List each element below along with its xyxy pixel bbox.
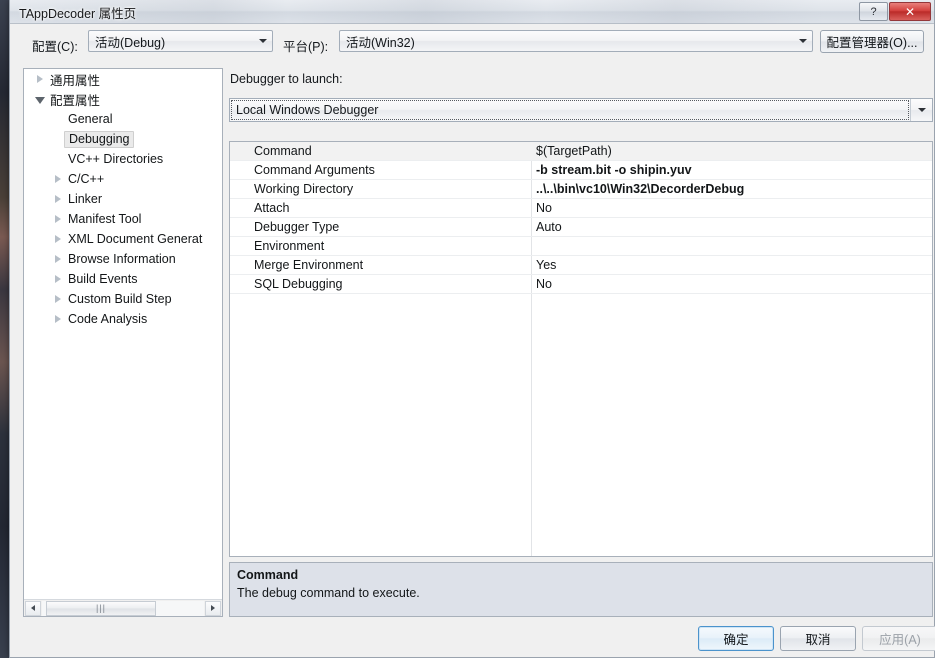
property-name: Command (254, 144, 312, 158)
scroll-left-arrow-icon[interactable] (25, 600, 41, 616)
tree-item-linker[interactable]: Linker (24, 189, 222, 209)
description-body: The debug command to execute. (237, 586, 420, 600)
close-button[interactable]: ✕ (889, 2, 931, 21)
caption-buttons: ? ✕ (858, 2, 931, 21)
tree-item-label: Build Events (68, 272, 138, 286)
property-value[interactable]: Auto (531, 218, 932, 236)
window-title: TAppDecoder 属性页 (19, 7, 137, 21)
expand-triangle-icon[interactable] (50, 255, 66, 263)
tree-item-label: Code Analysis (68, 312, 148, 326)
platform-dropdown[interactable]: 活动(Win32) (339, 30, 813, 52)
debugger-to-launch-label: Debugger to launch: (230, 72, 343, 86)
property-value[interactable]: ..\..\bin\vc10\Win32\DecorderDebug (531, 180, 932, 198)
tree-item-debugging[interactable]: Debugging (24, 129, 222, 149)
property-value[interactable] (531, 237, 932, 255)
tree-item-general[interactable]: General (24, 109, 222, 129)
tree-item-code-analysis[interactable]: Code Analysis (24, 309, 222, 329)
description-panel: Command The debug command to execute. (229, 562, 933, 617)
property-name: Command Arguments (254, 163, 375, 177)
platform-label: 平台(P): (283, 40, 329, 54)
tree-item-[interactable]: 通用属性 (24, 69, 222, 89)
tree-item-label: Linker (68, 192, 103, 206)
expand-triangle-icon[interactable] (50, 215, 66, 223)
property-name: Debugger Type (254, 220, 340, 234)
tree-item-xml-document-generat[interactable]: XML Document Generat (24, 229, 222, 249)
dialog-footer: 确定 取消 应用(A) (10, 620, 935, 658)
property-content-panel: Debugger to launch: Local Windows Debugg… (229, 68, 934, 617)
tree-item-c-c[interactable]: C/C++ (24, 169, 222, 189)
configuration-dropdown[interactable]: 活动(Debug) (88, 30, 273, 52)
tree-horizontal-scrollbar[interactable]: ||| (24, 599, 222, 616)
debugger-to-launch-value: Local Windows Debugger (236, 103, 379, 117)
property-value[interactable]: -b stream.bit -o shipin.yuv (531, 161, 932, 179)
tree-item-label: C/C++ (68, 172, 105, 186)
tree-item-label: General (68, 112, 113, 126)
expand-triangle-icon[interactable] (50, 175, 66, 183)
expand-triangle-icon[interactable] (50, 195, 66, 203)
cancel-button[interactable]: 取消 (780, 626, 856, 651)
property-name: Environment (254, 239, 325, 253)
platform-value: 活动(Win32) (346, 35, 415, 50)
tree-item-label: Debugging (64, 130, 135, 148)
tree-item-vc-directories[interactable]: VC++ Directories (24, 149, 222, 169)
property-tree[interactable]: 通用属性配置属性 General Debugging VC++ Directories… (24, 69, 222, 599)
property-row[interactable]: Merge Environment Yes (230, 256, 932, 275)
tree-item-build-events[interactable]: Build Events (24, 269, 222, 289)
tree-item-label: 通用属性 (50, 73, 101, 88)
scrollbar-thumb[interactable]: ||| (46, 600, 156, 616)
property-row[interactable]: Environment (230, 237, 932, 256)
configuration-label: 配置(C): (32, 40, 78, 54)
tree-item-custom-build-step[interactable]: Custom Build Step (24, 289, 222, 309)
tree-item-label: XML Document Generat (68, 232, 203, 246)
chevron-down-icon[interactable] (910, 99, 932, 121)
property-value[interactable]: $(TargetPath) (531, 142, 932, 160)
debugger-to-launch-dropdown[interactable]: Local Windows Debugger (229, 98, 933, 122)
help-button[interactable]: ? (859, 2, 888, 21)
expand-triangle-icon[interactable] (50, 235, 66, 243)
expand-triangle-icon[interactable] (50, 275, 66, 283)
expand-triangle-icon[interactable] (50, 315, 66, 323)
property-name: Working Directory (254, 182, 354, 196)
tree-item-label: VC++ Directories (68, 152, 164, 166)
property-value[interactable]: No (531, 275, 932, 293)
tree-item-manifest-tool[interactable]: Manifest Tool (24, 209, 222, 229)
tree-item-label: Manifest Tool (68, 212, 142, 226)
chevron-down-icon[interactable] (794, 32, 811, 50)
tree-item-label: 配置属性 (50, 93, 101, 108)
configuration-value: 活动(Debug) (95, 35, 166, 50)
tree-item-[interactable]: 配置属性 (24, 89, 222, 109)
property-pages-dialog: TAppDecoder 属性页 ? ✕ 配置(C): 活动(Debug) 平台(… (9, 0, 935, 658)
configuration-manager-button[interactable]: 配置管理器(O)... (820, 30, 924, 53)
property-value[interactable]: Yes (531, 256, 932, 274)
tree-item-label: Custom Build Step (68, 292, 172, 306)
tree-item-browse-information[interactable]: Browse Information (24, 249, 222, 269)
property-name: Attach (254, 201, 290, 215)
scrollbar-track[interactable]: ||| (42, 600, 204, 616)
property-row[interactable]: Command $(TargetPath) (230, 142, 932, 161)
property-row[interactable]: Attach No (230, 199, 932, 218)
title-bar: TAppDecoder 属性页 ? ✕ (10, 0, 934, 24)
chevron-down-icon[interactable] (254, 32, 271, 50)
configuration-bar: 配置(C): 活动(Debug) 平台(P): 活动(Win32) 配置管理器(… (10, 24, 934, 66)
apply-button: 应用(A) (862, 626, 935, 651)
property-name: Merge Environment (254, 258, 364, 272)
property-value[interactable]: No (531, 199, 932, 217)
scroll-right-arrow-icon[interactable] (205, 600, 221, 616)
expand-triangle-icon[interactable] (32, 75, 48, 83)
property-row[interactable]: SQL Debugging No (230, 275, 932, 294)
property-row[interactable]: Working Directory ..\..\bin\vc10\Win32\De… (230, 180, 932, 199)
expand-triangle-icon[interactable] (50, 295, 66, 303)
property-name: SQL Debugging (254, 277, 343, 291)
property-tree-panel: 通用属性配置属性 General Debugging VC++ Directories… (23, 68, 223, 617)
tree-item-label: Browse Information (68, 252, 176, 266)
property-row[interactable]: Command Arguments -b stream.bit -o shipin… (230, 161, 932, 180)
ok-button[interactable]: 确定 (698, 626, 774, 651)
property-row[interactable]: Debugger Type Auto (230, 218, 932, 237)
property-grid[interactable]: Command $(TargetPath) Command Arguments -b … (229, 141, 933, 557)
collapse-triangle-icon[interactable] (32, 95, 48, 104)
description-title: Command (237, 568, 299, 582)
